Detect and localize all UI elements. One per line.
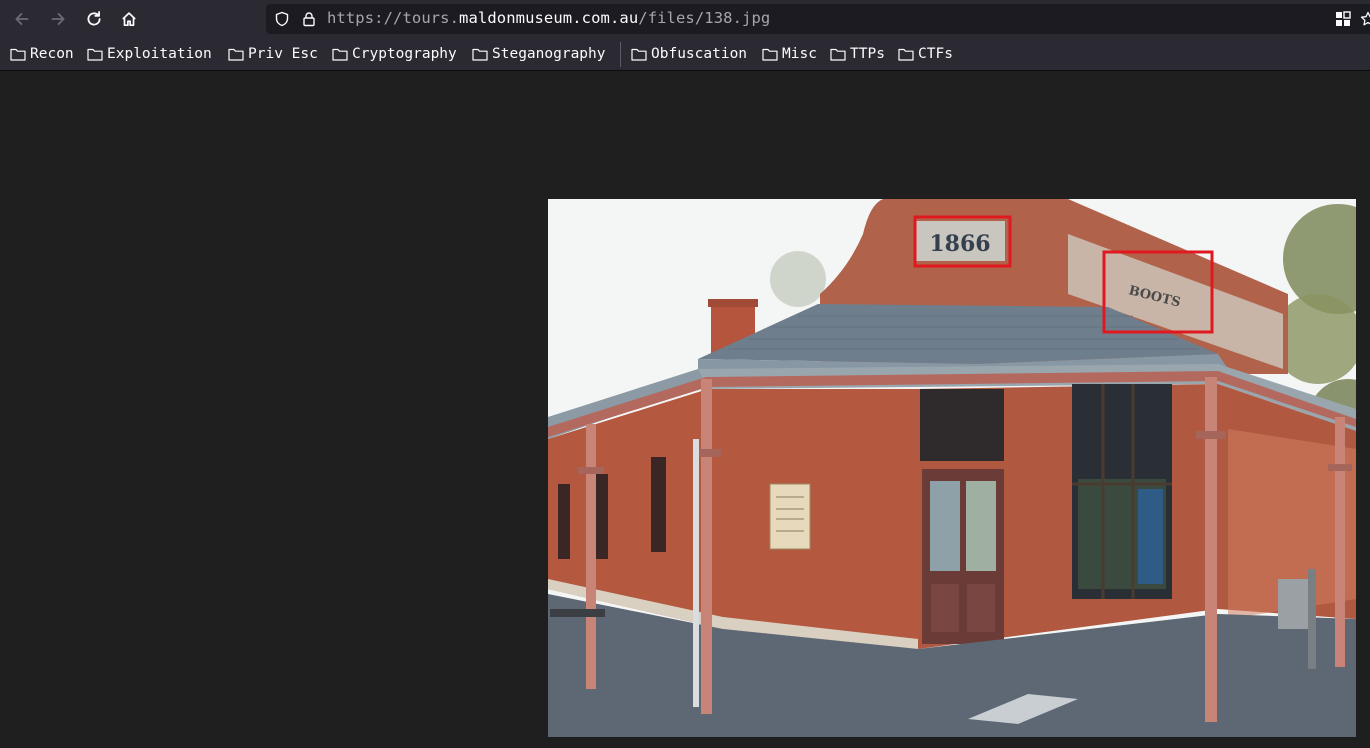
bookmark-folder-misc[interactable]: Misc [762, 45, 817, 63]
url-bar[interactable]: https://tours.maldonmuseum.com.au/files/… [266, 4, 1370, 34]
folder-icon [898, 48, 914, 61]
lock-icon[interactable] [301, 11, 317, 27]
url-text[interactable]: https://tours.maldonmuseum.com.au/files/… [327, 9, 770, 27]
bookmark-folder-recon[interactable]: Recon [10, 45, 74, 63]
back-button[interactable] [10, 7, 34, 31]
bookmark-label: Priv Esc [248, 46, 318, 62]
bookmark-label: Misc [782, 46, 817, 62]
bookmark-folder-ctfs[interactable]: CTFs [898, 45, 953, 63]
shield-icon[interactable] [274, 11, 290, 27]
folder-icon [10, 48, 26, 61]
photo-illustration: 1866 BOOTS [548, 199, 1356, 737]
folder-icon [631, 48, 647, 61]
browser-toolbar: https://tours.maldonmuseum.com.au/files/… [0, 0, 1370, 38]
reload-button[interactable] [82, 7, 106, 31]
bookmark-folder-priv-esc[interactable]: Priv Esc [228, 45, 318, 63]
bookmark-star-icon[interactable] [1360, 11, 1370, 27]
bookmark-label: TTPs [850, 46, 885, 62]
bookmark-label: Steganography [492, 46, 606, 62]
folder-icon [228, 48, 244, 61]
bookmark-folder-ttps[interactable]: TTPs [830, 45, 885, 63]
bookmark-label: Exploitation [107, 46, 212, 62]
url-prefix: https://tours. [327, 9, 460, 27]
folder-icon [332, 48, 348, 61]
bookmark-folder-obfuscation[interactable]: Obfuscation [631, 45, 747, 63]
bookmark-folder-exploitation[interactable]: Exploitation [87, 45, 212, 63]
extensions-grid-icon[interactable] [1335, 11, 1351, 27]
folder-icon [762, 48, 778, 61]
bookmark-label: Recon [30, 46, 74, 62]
bookmarks-toolbar: Recon Exploitation Priv Esc Cryptography… [0, 38, 1370, 71]
arrow-right-icon [51, 13, 65, 25]
folder-icon [830, 48, 846, 61]
home-button[interactable] [117, 7, 141, 31]
home-icon [122, 12, 136, 27]
bookmarks-separator [620, 42, 621, 67]
bookmark-folder-cryptography[interactable]: Cryptography [332, 45, 457, 63]
forward-button[interactable] [46, 7, 70, 31]
year-sign-text: 1866 [929, 231, 990, 257]
folder-icon [472, 48, 488, 61]
reload-icon [87, 11, 101, 26]
arrow-left-icon [15, 13, 29, 25]
url-host: maldonmuseum.com.au [459, 9, 639, 27]
url-path: /files/138.jpg [638, 9, 771, 27]
folder-icon [87, 48, 103, 61]
bookmark-label: Obfuscation [651, 46, 748, 62]
bookmark-label: CTFs [918, 46, 953, 62]
building-photo[interactable]: 1866 BOOTS [548, 199, 1356, 737]
bookmark-label: Cryptography [352, 46, 457, 62]
bookmark-folder-steganography[interactable]: Steganography [472, 45, 606, 63]
